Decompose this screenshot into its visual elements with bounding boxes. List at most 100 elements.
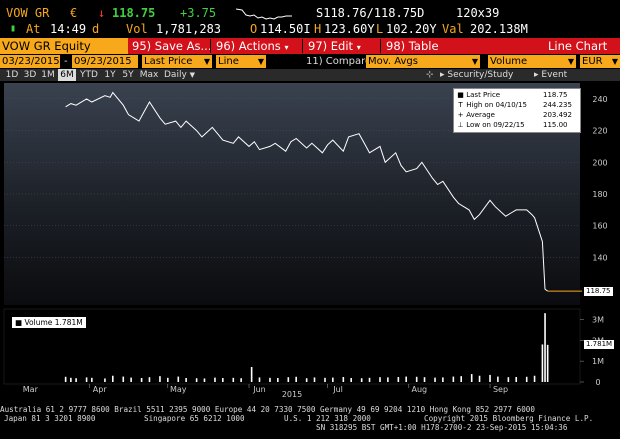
volume-bar (111, 375, 114, 382)
volume-bar (70, 377, 72, 382)
volume-bar (130, 377, 132, 382)
volume-bar (324, 377, 326, 382)
end-date-field[interactable]: 09/23/2015 (72, 55, 138, 68)
volume-bar (387, 377, 389, 382)
volume-bar (287, 377, 290, 382)
volume-bar (434, 377, 436, 382)
time-suffix: d (92, 22, 100, 36)
chevron-down-icon: ▼ (257, 57, 264, 66)
volume-bar (214, 377, 216, 382)
price-tick-label: 220 (592, 127, 607, 136)
footer-line-3: SN 318295 BST GMT+1:00 H178-2700-2 23-Se… (316, 423, 568, 432)
volume-bar (515, 376, 518, 382)
tick-up-icon: ▮ (10, 23, 17, 34)
open-label: O (250, 22, 258, 36)
legend-average: + Average 203.492 (457, 111, 572, 119)
high-value: 123.60Y (324, 22, 375, 36)
vol-label: Vol (126, 22, 148, 36)
low-label: L (376, 22, 384, 36)
high-label: H (314, 22, 322, 36)
volume-bar (478, 375, 481, 382)
volume-bar (104, 378, 106, 382)
chart-style-select[interactable]: Line ▼ (216, 55, 266, 68)
event-button[interactable]: ▸ Event (534, 69, 567, 81)
crosshair-icon[interactable]: ⊹ (426, 69, 434, 81)
val-label: Val (442, 22, 464, 36)
chart-legend[interactable]: ■ Last Price 118.75 T High on 04/10/15 2… (453, 88, 581, 133)
volume-bar (397, 376, 400, 382)
edit-button[interactable]: 97) Edit ▾ (306, 38, 361, 54)
actions-button[interactable]: 96) Actions ▾ (214, 38, 288, 54)
volume-bar (232, 377, 235, 382)
month-label: Aug (411, 385, 427, 394)
volume-bar (525, 376, 528, 382)
period-1m-button[interactable]: 1M (40, 69, 56, 81)
volume-bar (423, 377, 426, 382)
volume-bar (75, 378, 77, 382)
volume-bar (313, 377, 316, 382)
last-price-tag: 118.75 (584, 286, 613, 296)
quote-time: 14:49 (50, 22, 87, 36)
edit-dropdown-icon: ▾ (356, 43, 361, 52)
volume-bar (177, 376, 180, 382)
legend-low: ⊥ Low on 09/22/15 115.00 (457, 121, 568, 129)
lower-field-select[interactable]: Volume ▼ (488, 55, 576, 68)
currency-symbol: € (70, 6, 78, 20)
period-1d-button[interactable]: 1D (4, 69, 20, 81)
compare-select[interactable]: Mov. Avgs ▼ (366, 55, 480, 68)
chevron-down-icon: ▼ (567, 57, 574, 66)
security-field[interactable]: VOW GR Equity (0, 38, 128, 54)
period-3d-button[interactable]: 3D (22, 69, 38, 81)
period-max-button[interactable]: Max (138, 69, 160, 81)
month-label: May (170, 385, 187, 394)
command-bar: VOW GR Equity 95) Save As... 96) Actions… (0, 38, 620, 54)
bid-ask: S118.76/118.75D (316, 6, 425, 20)
date-dash: - (64, 56, 68, 67)
volume-bar (507, 377, 510, 382)
volume-bar (342, 376, 345, 382)
high-marker-icon: T (458, 101, 463, 109)
volume-bar (379, 377, 381, 382)
last-volume-tag: 1.781M (584, 340, 615, 350)
start-date-field[interactable]: 03/23/2015 (0, 55, 60, 68)
volume-bar (91, 377, 93, 382)
currency-select[interactable]: EUR ▼ (580, 55, 620, 68)
ticker[interactable]: VOW GR (6, 5, 49, 21)
volume-bar (350, 378, 352, 382)
volume-bar (269, 377, 271, 382)
chevron-right-icon: ▸ (440, 70, 445, 80)
month-label: Jul (332, 385, 343, 394)
period-5y-button[interactable]: 5Y (120, 69, 136, 81)
legend-high: T High on 04/10/15 244.235 (458, 101, 572, 109)
volume-bar (140, 378, 143, 382)
period-ytd-button[interactable]: YTD (78, 69, 100, 81)
period-1y-button[interactable]: 1Y (102, 69, 118, 81)
quote-row-1: VOW GR € ↓ 118.75 +3.75 S118.76/118.75D … (0, 5, 620, 21)
volume-bar (122, 376, 125, 382)
volume-bar (332, 377, 334, 382)
chevron-down-icon: ▼ (471, 57, 478, 66)
volume-bar (277, 378, 279, 382)
volume-bar (203, 378, 206, 382)
period-6m-button[interactable]: 6M (58, 69, 76, 81)
volume-legend[interactable]: ■ Volume 1.781M (12, 317, 86, 328)
security-study-button[interactable]: ▸ Security/Study (440, 69, 513, 81)
volume-tick-label: 1M (592, 357, 604, 366)
quote-row-2: ▮ At 14:49 d Vol 1,781,283 O 114.50I H 1… (0, 21, 620, 37)
low-value: 102.20Y (386, 22, 437, 36)
price-field-select[interactable]: Last Price ▼ (142, 55, 212, 68)
square-icon: ■ (15, 318, 23, 327)
frequency-select[interactable]: Daily ▼ (164, 69, 216, 81)
at-label: At (26, 22, 41, 36)
volume-bar (240, 378, 242, 382)
table-button[interactable]: 98) Table (384, 38, 439, 54)
traded-value: 202.138M (470, 22, 528, 36)
last-price: 118.75 (112, 6, 156, 20)
volume-bar (470, 374, 473, 382)
volume-bar (360, 378, 363, 382)
save-as-button[interactable]: 95) Save As... (130, 38, 212, 54)
volume-value: 1,781,283 (156, 22, 222, 36)
price-change: +3.75 (180, 6, 217, 20)
volume-bar (405, 376, 407, 382)
volume-bar (533, 375, 536, 382)
